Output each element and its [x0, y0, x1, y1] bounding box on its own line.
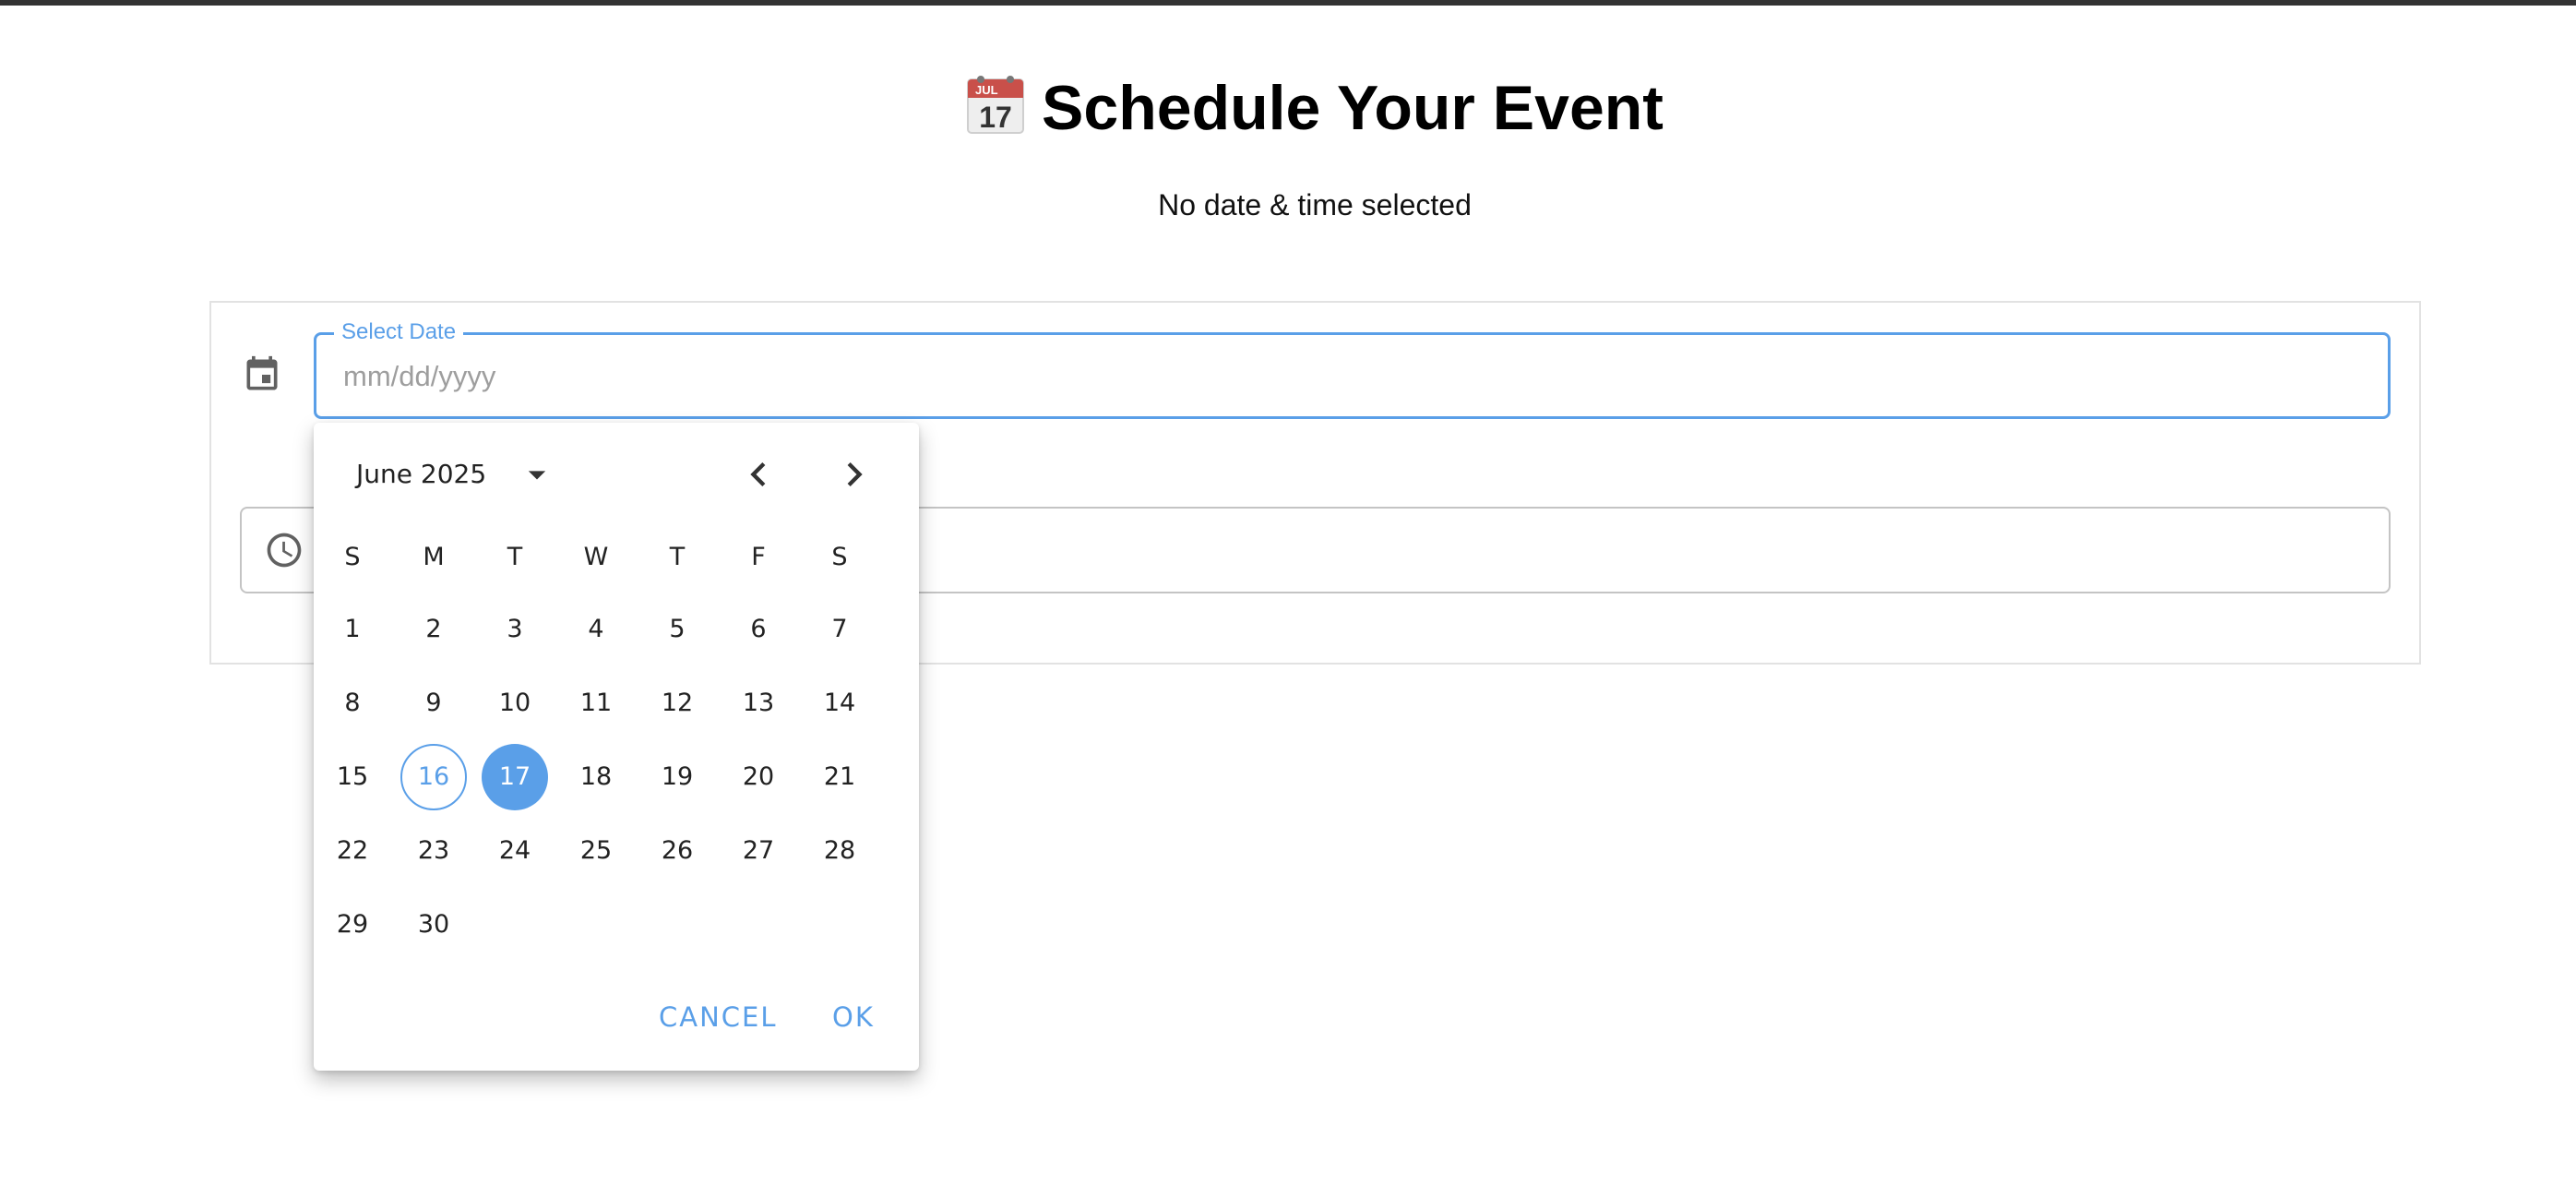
weekday-label: T: [507, 543, 523, 571]
page-title: JUL 17 Schedule Your Event: [0, 66, 2576, 150]
day-cell[interactable]: 8: [319, 670, 386, 737]
day-cell[interactable]: 25: [563, 818, 629, 884]
previous-month-button[interactable]: [734, 449, 782, 500]
day-cell[interactable]: 27: [725, 818, 792, 884]
day-cell[interactable]: 14: [806, 670, 873, 737]
day-cell[interactable]: 26: [644, 818, 710, 884]
day-cell[interactable]: 23: [400, 818, 467, 884]
day-cell[interactable]: 3: [482, 596, 548, 663]
day-cell[interactable]: 4: [563, 596, 629, 663]
day-cell[interactable]: 22: [319, 818, 386, 884]
clock-icon: [264, 530, 304, 570]
weekday-label: W: [583, 543, 609, 571]
day-cell[interactable]: 1: [319, 596, 386, 663]
day-cell[interactable]: 28: [806, 818, 873, 884]
day-cell[interactable]: 13: [725, 670, 792, 737]
weekday-label: M: [423, 543, 445, 571]
day-cell[interactable]: 15: [319, 744, 386, 810]
day-cell[interactable]: 20: [725, 744, 792, 810]
calendar-emoji-icon: JUL 17: [966, 72, 1025, 134]
weekday-label: T: [669, 543, 686, 571]
day-cell[interactable]: 5: [644, 596, 710, 663]
selection-status: No date & time selected: [1158, 188, 1472, 222]
day-cell[interactable]: 21: [806, 744, 873, 810]
svg-text:17: 17: [979, 101, 1012, 134]
day-cell[interactable]: 24: [482, 818, 548, 884]
date-picker-popup: June 2025 SMTWTFS 1 2 3 4 5 6 7 8 9 10 11 12 13 14 15 1…: [314, 423, 919, 1071]
weekday-label: S: [344, 543, 361, 571]
day-cell[interactable]: 7: [806, 596, 873, 663]
day-cell[interactable]: 18: [563, 744, 629, 810]
ok-button[interactable]: OK: [832, 997, 875, 1037]
weekday-label: S: [831, 543, 848, 571]
day-selected[interactable]: 17: [482, 744, 548, 810]
calendar-icon: [242, 354, 282, 395]
next-month-button[interactable]: [830, 449, 878, 500]
date-field-label: Select Date: [334, 318, 464, 346]
day-cell[interactable]: 12: [644, 670, 710, 737]
svg-text:JUL: JUL: [975, 83, 998, 97]
weekday-label: F: [751, 543, 766, 571]
day-cell[interactable]: 30: [400, 892, 467, 958]
day-cell[interactable]: 11: [563, 670, 629, 737]
page-title-text: Schedule Your Event: [1042, 73, 1664, 143]
month-dropdown-icon[interactable]: [517, 454, 557, 495]
day-cell[interactable]: 6: [725, 596, 792, 663]
day-cell[interactable]: 19: [644, 744, 710, 810]
date-input[interactable]: [343, 354, 2327, 399]
top-bar: [0, 0, 2576, 6]
cancel-button[interactable]: CANCEL: [659, 997, 778, 1037]
month-year-label[interactable]: June 2025: [356, 456, 486, 493]
day-cell[interactable]: 2: [400, 596, 467, 663]
day-cell[interactable]: 9: [400, 670, 467, 737]
day-cell[interactable]: 29: [319, 892, 386, 958]
day-cell[interactable]: 10: [482, 670, 548, 737]
day-today[interactable]: 16: [400, 744, 467, 810]
